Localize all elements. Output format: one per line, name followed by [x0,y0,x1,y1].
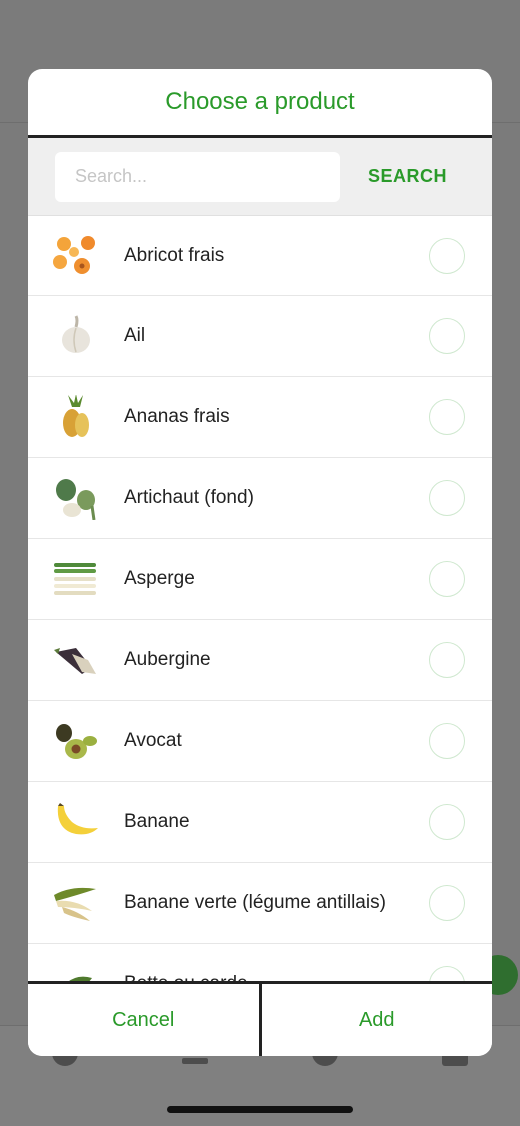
home-indicator[interactable] [167,1106,353,1113]
search-input[interactable] [55,151,340,202]
product-label: Asperge [124,568,195,589]
product-label: Ail [124,325,146,346]
product-row[interactable]: Banane verte (légume antillais) [28,863,492,944]
dialog-title: Choose a product [28,69,492,138]
product-label: Aubergine [124,649,211,670]
product-radio[interactable] [429,723,465,759]
product-row[interactable]: Ail [28,296,492,377]
asparagus-icon [54,563,96,595]
product-radio[interactable] [429,804,465,840]
product-label: Ananas frais [124,406,230,427]
choose-product-dialog: Choose a product SEARCH Abricot frais Ai… [28,69,492,1056]
product-row[interactable]: Banane [28,782,492,863]
product-radio[interactable] [429,318,465,354]
product-label: Abricot frais [124,244,225,266]
product-radio[interactable] [429,237,465,274]
apricot-icon [53,235,95,274]
product-row[interactable]: Bette ou carde [28,944,492,983]
garlic-icon [62,315,90,353]
product-radio[interactable] [429,561,465,597]
add-button[interactable]: Add [262,984,493,1056]
product-label: Banane [124,811,190,832]
product-list[interactable]: Abricot frais Ail Ananas frais Artichaut… [28,216,492,983]
product-radio[interactable] [429,642,465,678]
cancel-button[interactable]: Cancel [28,984,259,1056]
product-row[interactable]: Avocat [28,701,492,782]
chard-icon [66,976,92,983]
banana-icon [57,803,98,835]
product-radio[interactable] [429,885,465,921]
search-bar: SEARCH [28,138,492,216]
product-label: Banane verte (légume antillais) [124,892,386,913]
product-radio[interactable] [429,399,465,435]
product-row[interactable]: Asperge [28,539,492,620]
green-banana-icon [54,887,96,921]
product-row[interactable]: Artichaut (fond) [28,458,492,539]
product-label: Avocat [124,730,182,751]
artichoke-icon [56,479,96,520]
pineapple-icon [63,395,89,437]
search-button[interactable]: SEARCH [368,166,447,187]
dialog-footer: Cancel Add [28,981,492,1056]
avocado-icon [56,724,97,759]
product-row[interactable]: Ananas frais [28,377,492,458]
product-radio[interactable] [429,480,465,516]
product-label: Artichaut (fond) [124,487,254,508]
product-row[interactable]: Abricot frais [28,216,492,296]
background-tab-icon [182,1058,208,1064]
eggplant-icon [54,648,96,674]
product-row[interactable]: Aubergine [28,620,492,701]
